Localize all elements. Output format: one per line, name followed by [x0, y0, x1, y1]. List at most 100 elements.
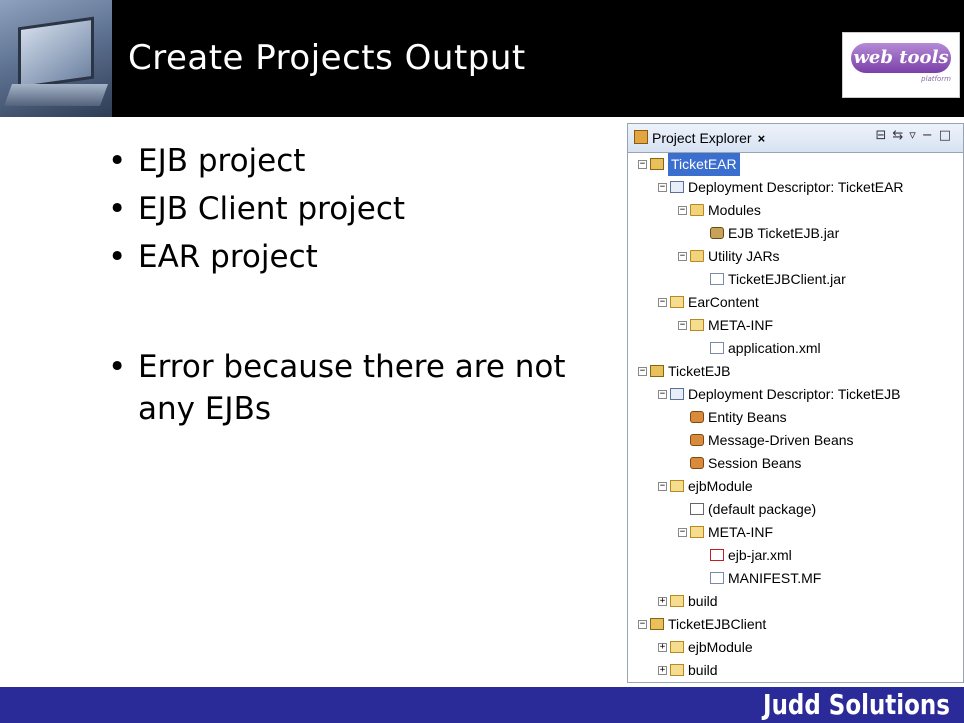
bullet-dot-icon: •: [108, 349, 127, 385]
tree-item-label: application.xml: [728, 340, 821, 356]
expand-icon[interactable]: +: [658, 643, 667, 652]
tree-item[interactable]: Message-Driven Beans: [628, 429, 963, 452]
open-folder-icon: [670, 664, 684, 676]
bullet-dot-icon: •: [108, 143, 127, 179]
view-toolbar: ⊟⇆▿−□: [875, 128, 957, 143]
logo-text: web tools: [851, 43, 951, 73]
collapse-icon[interactable]: −: [658, 298, 667, 307]
slide-title: Create Projects Output: [128, 38, 526, 78]
tree-item-label: TicketEJBClient: [668, 616, 767, 632]
laptop-keyboard: [3, 84, 109, 106]
open-folder-icon: [670, 296, 684, 308]
tree-item[interactable]: − ejbModule: [628, 475, 963, 498]
tree-item[interactable]: MANIFEST.MF: [628, 567, 963, 590]
tree-item[interactable]: + build: [628, 590, 963, 613]
slide-header: Create Projects Output web tools platfor…: [0, 0, 964, 117]
explorer-header: Project Explorer × ⊟⇆▿−□: [628, 124, 963, 153]
tree-item-label: MANIFEST.MF: [728, 570, 822, 586]
tree-item[interactable]: − META-INF: [628, 314, 963, 337]
tree-item-label: TicketEAR: [668, 153, 740, 176]
tree-item[interactable]: application.xml: [628, 337, 963, 360]
ear-project-icon: [650, 158, 664, 170]
ejb-jar-icon: [710, 227, 724, 239]
tree-item[interactable]: (default package): [628, 498, 963, 521]
close-icon[interactable]: ×: [758, 131, 766, 146]
collapse-icon[interactable]: −: [658, 183, 667, 192]
project-explorer-icon: [634, 130, 648, 144]
tree-item-label: ejb-jar.xml: [728, 547, 792, 563]
collapse-icon[interactable]: −: [678, 321, 687, 330]
source-folder-icon: [670, 641, 684, 653]
tree-item[interactable]: − TicketEAR: [628, 153, 963, 176]
tree-item-label: Message-Driven Beans: [708, 432, 854, 448]
tree-item[interactable]: − TicketEJB: [628, 360, 963, 383]
tree-item[interactable]: EJB TicketEJB.jar: [628, 222, 963, 245]
web-tools-logo: web tools platform: [842, 32, 960, 98]
bullet-item: • EAR project: [108, 236, 608, 278]
bullet-item: • EJB Client project: [108, 188, 608, 230]
project-explorer-panel: Project Explorer × ⊟⇆▿−□ − TicketEAR − Deplo…: [627, 123, 964, 683]
tree-item[interactable]: Session Beans: [628, 452, 963, 475]
tree-item[interactable]: TicketEJBClient.jar: [628, 268, 963, 291]
tree-item[interactable]: − Deployment Descriptor: TicketEJB: [628, 383, 963, 406]
laptop-image: [0, 0, 112, 117]
tree-item-label: Modules: [708, 202, 761, 218]
expand-icon[interactable]: +: [658, 666, 667, 675]
tree-item[interactable]: ejb-jar.xml: [628, 544, 963, 567]
tree-item-label: Session Beans: [708, 455, 802, 471]
expand-icon[interactable]: +: [658, 597, 667, 606]
tree-item-label: build: [688, 593, 718, 609]
file-icon: [710, 273, 724, 285]
bullet-text: Error because there are not any EJBs: [138, 349, 566, 427]
tree-item-label: EJB TicketEJB.jar: [728, 225, 840, 241]
collapse-icon[interactable]: −: [658, 482, 667, 491]
bullet-list: • EJB project • EJB Client project • EAR pr…: [108, 140, 608, 430]
ejb-project-error-icon: [650, 365, 664, 377]
tree-item-label: Deployment Descriptor: TicketEJB: [688, 386, 901, 402]
entity-bean-icon: [690, 411, 704, 423]
tree-item-label: META-INF: [708, 524, 774, 540]
tree-item-label: ejbModule: [688, 639, 753, 655]
collapse-icon[interactable]: −: [638, 160, 647, 169]
deployment-descriptor-icon: [670, 388, 684, 400]
java-project-icon: [650, 618, 664, 630]
collapse-icon[interactable]: −: [658, 390, 667, 399]
xml-file-icon: [710, 342, 724, 354]
tree-item[interactable]: − Modules: [628, 199, 963, 222]
tab-project-explorer[interactable]: Project Explorer ×: [630, 127, 771, 149]
bullet-item: • EJB project: [108, 140, 608, 182]
project-tree: − TicketEAR − Deployment Descriptor: Ticket…: [628, 153, 963, 682]
tree-item-label: EarContent: [688, 294, 759, 310]
tree-item-label: Entity Beans: [708, 409, 787, 425]
session-bean-icon: [690, 457, 704, 469]
tree-item[interactable]: − META-INF: [628, 521, 963, 544]
tree-item[interactable]: − EarContent: [628, 291, 963, 314]
package-icon: [690, 503, 704, 515]
collapse-icon[interactable]: −: [678, 252, 687, 261]
collapse-icon[interactable]: −: [638, 367, 647, 376]
open-folder-icon: [690, 319, 704, 331]
collapse-icon[interactable]: −: [638, 620, 647, 629]
link-with-editor-icon[interactable]: ⇆: [892, 128, 909, 143]
folder-icon: [690, 250, 704, 262]
tree-item[interactable]: + ejbModule: [628, 636, 963, 659]
source-folder-icon: [670, 480, 684, 492]
bullet-text: EAR project: [138, 239, 318, 275]
tree-item[interactable]: − Deployment Descriptor: TicketEAR: [628, 176, 963, 199]
tree-item[interactable]: Entity Beans: [628, 406, 963, 429]
collapse-icon[interactable]: −: [678, 528, 687, 537]
minimize-icon[interactable]: −: [922, 128, 939, 143]
xml-error-icon: [710, 549, 724, 561]
tree-item-label: TicketEJB: [668, 363, 731, 379]
tree-item[interactable]: − TicketEJBClient: [628, 613, 963, 636]
tree-item[interactable]: + build: [628, 659, 963, 682]
bullet-dot-icon: •: [108, 191, 127, 227]
collapse-icon[interactable]: −: [678, 206, 687, 215]
tree-item-label: Deployment Descriptor: TicketEAR: [688, 179, 904, 195]
view-menu-icon[interactable]: ▿: [909, 128, 922, 143]
maximize-icon[interactable]: □: [939, 128, 957, 143]
collapse-all-icon[interactable]: ⊟: [875, 128, 892, 143]
tree-item-label: (default package): [708, 501, 817, 517]
tree-item[interactable]: − Utility JARs: [628, 245, 963, 268]
tree-item-label: TicketEJBClient.jar: [728, 271, 846, 287]
